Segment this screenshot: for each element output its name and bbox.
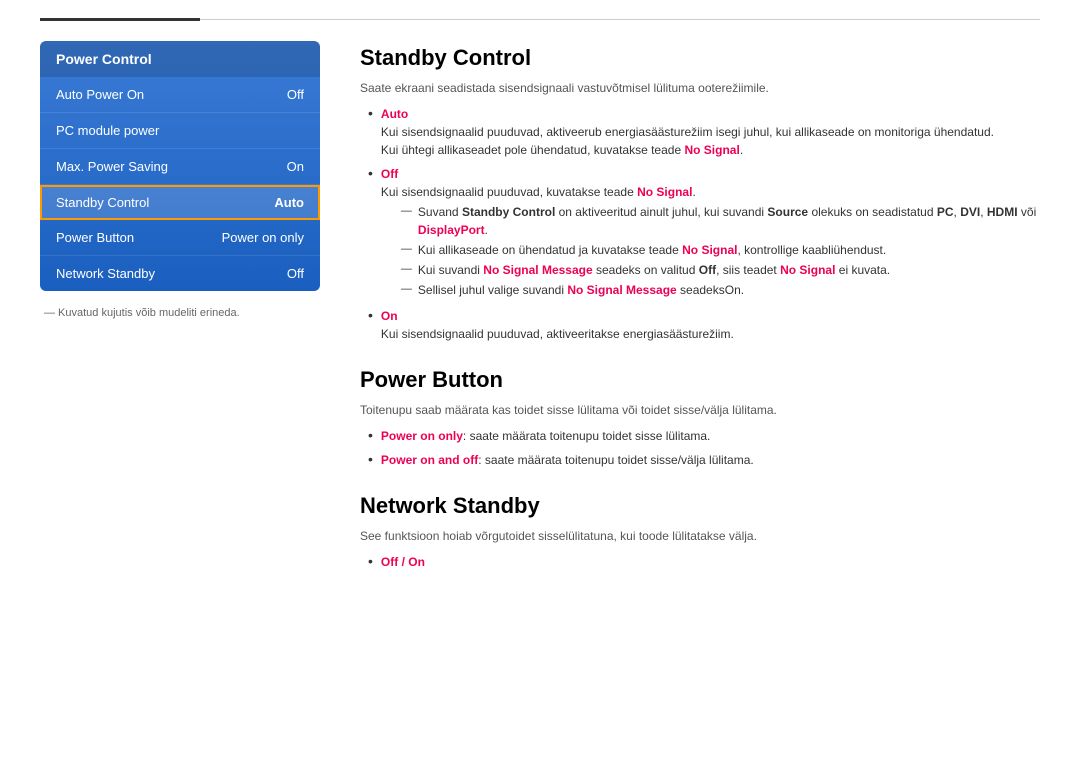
menu-item-label-5: Network Standby xyxy=(56,266,155,281)
menu-item-label-4: Power Button xyxy=(56,230,134,245)
menu-item-5[interactable]: Network Standby Off xyxy=(40,256,320,291)
network-standby-desc: See funktsioon hoiab võrgutoidet sisselü… xyxy=(360,527,1040,545)
menu-item-2[interactable]: Max. Power Saving On xyxy=(40,149,320,185)
standby-control-title: Standby Control xyxy=(360,45,1040,71)
bullet-auto: • Auto Kui sisendsignaalid puuduvad, akt… xyxy=(368,105,1040,159)
off-on-content: Off / On xyxy=(381,553,1040,571)
main-layout: Power Control Auto Power On Off PC module … xyxy=(0,21,1080,597)
power-on-off-text: : saate määrata toitenupu toidet sisse/v… xyxy=(478,453,753,467)
off-on-label: Off / On xyxy=(381,555,425,569)
power-button-desc: Toitenupu saab määrata kas toidet sisse … xyxy=(360,401,1040,419)
bullet-on-content: On Kui sisendsignaalid puuduvad, aktivee… xyxy=(381,307,1040,343)
bullet-on: • On Kui sisendsignaalid puuduvad, aktiv… xyxy=(368,307,1040,343)
dash-4: — xyxy=(401,281,412,298)
power-button-title: Power Button xyxy=(360,367,1040,393)
on-text1: Kui sisendsignaalid puuduvad, aktiveerit… xyxy=(381,327,734,341)
off-text1: Kui sisendsignaalid puuduvad, kuvatakse … xyxy=(381,185,696,199)
bullet-dot-4: • xyxy=(368,428,373,442)
sub-text-2: Kui allikaseade on ühendatud ja kuvataks… xyxy=(418,241,886,259)
sub-text-3: Kui suvandi No Signal Message seadeks on… xyxy=(418,261,890,279)
no-signal-1: No Signal xyxy=(684,143,739,157)
menu-item-4[interactable]: Power Button Power on only xyxy=(40,220,320,256)
bullet-dot: • xyxy=(368,106,373,120)
menu-item-0[interactable]: Auto Power On Off xyxy=(40,77,320,113)
network-standby-bullets: • Off / On xyxy=(368,553,1040,571)
left-panel: Power Control Auto Power On Off PC module … xyxy=(40,41,320,577)
auto-label: Auto xyxy=(381,107,408,121)
menu-item-value-2: On xyxy=(287,159,304,174)
standby-control-bullets: • Auto Kui sisendsignaalid puuduvad, akt… xyxy=(368,105,1040,343)
off-sub-bullets: — Suvand Standby Control on aktiveeritud… xyxy=(401,203,1040,299)
bullet-auto-content: Auto Kui sisendsignaalid puuduvad, aktiv… xyxy=(381,105,1040,159)
power-on-off-content: Power on and off: saate määrata toitenup… xyxy=(381,451,1040,469)
menu-item-label-0: Auto Power On xyxy=(56,87,144,102)
top-bar-line-light xyxy=(200,19,1040,20)
power-button-bullets: • Power on only: saate määrata toitenupu… xyxy=(368,427,1040,469)
dash-2: — xyxy=(401,241,412,258)
displayport-label: DisplayPort xyxy=(418,223,485,237)
no-signal-3: No Signal xyxy=(682,243,737,257)
sub-bullet-1: — Suvand Standby Control on aktiveeritud… xyxy=(401,203,1040,239)
standby-control-desc: Saate ekraani seadistada sisendsignaali … xyxy=(360,79,1040,97)
top-bar-line-dark xyxy=(40,18,200,21)
bullet-off-content: Off Kui sisendsignaalid puuduvad, kuvata… xyxy=(381,165,1040,301)
bullet-dot-5: • xyxy=(368,452,373,466)
menu-item-value-3: Auto xyxy=(274,195,304,210)
on-label: On xyxy=(381,309,398,323)
power-on-only-label: Power on only xyxy=(381,429,463,443)
dash-3: — xyxy=(401,261,412,278)
no-signal-4: No Signal xyxy=(780,263,835,277)
sub-bullet-3: — Kui suvandi No Signal Message seadeks … xyxy=(401,261,1040,279)
sub-text-4: Sellisel juhul valige suvandi No Signal … xyxy=(418,281,744,299)
menu-box: Power Control Auto Power On Off PC module … xyxy=(40,41,320,291)
right-panel: Standby Control Saate ekraani seadistada… xyxy=(360,41,1040,577)
auto-text1: Kui sisendsignaalid puuduvad, aktiveerub… xyxy=(381,125,994,139)
menu-item-value-5: Off xyxy=(287,266,304,281)
auto-text2: Kui ühtegi allikaseadet pole ühendatud, … xyxy=(381,143,743,157)
bullet-power-on-only: • Power on only: saate määrata toitenupu… xyxy=(368,427,1040,445)
network-standby-title: Network Standby xyxy=(360,493,1040,519)
menu-item-label-1: PC module power xyxy=(56,123,159,138)
sub-text-1: Suvand Standby Control on aktiveeritud a… xyxy=(418,203,1040,239)
no-signal-msg-2: No Signal Message xyxy=(567,283,676,297)
sub-bullet-4: — Sellisel juhul valige suvandi No Signa… xyxy=(401,281,1040,299)
dash-1: — xyxy=(401,203,412,220)
menu-item-3[interactable]: Standby Control Auto xyxy=(40,185,320,220)
menu-item-value-0: Off xyxy=(287,87,304,102)
off-label: Off xyxy=(381,167,398,181)
sub-bullet-2: — Kui allikaseade on ühendatud ja kuvata… xyxy=(401,241,1040,259)
note: — Kuvatud kujutis võib mudeliti erineda. xyxy=(40,307,320,319)
menu-item-1[interactable]: PC module power xyxy=(40,113,320,149)
bullet-dot-3: • xyxy=(368,308,373,322)
menu-item-value-4: Power on only xyxy=(222,230,304,245)
bullet-off: • Off Kui sisendsignaalid puuduvad, kuva… xyxy=(368,165,1040,301)
menu-item-label-3: Standby Control xyxy=(56,195,149,210)
menu-item-label-2: Max. Power Saving xyxy=(56,159,168,174)
top-bar xyxy=(0,0,1080,21)
bullet-power-on-off: • Power on and off: saate määrata toiten… xyxy=(368,451,1040,469)
no-signal-2: No Signal xyxy=(637,185,692,199)
power-on-only-content: Power on only: saate määrata toitenupu t… xyxy=(381,427,1040,445)
bullet-off-on: • Off / On xyxy=(368,553,1040,571)
no-signal-msg-1: No Signal Message xyxy=(483,263,592,277)
bullet-dot-6: • xyxy=(368,554,373,568)
menu-title: Power Control xyxy=(40,41,320,77)
power-on-off-label: Power on and off xyxy=(381,453,478,467)
power-on-only-text: : saate määrata toitenupu toidet sisse l… xyxy=(463,429,710,443)
bullet-dot-2: • xyxy=(368,166,373,180)
